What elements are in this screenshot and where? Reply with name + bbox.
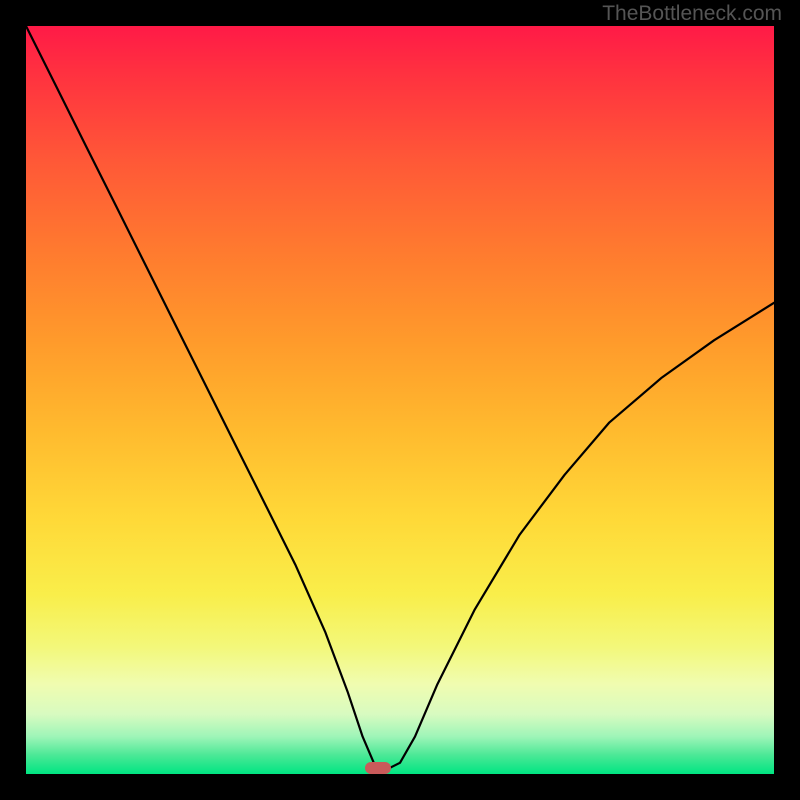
plot-area	[26, 26, 774, 774]
bottleneck-curve	[26, 26, 774, 774]
optimum-marker	[365, 762, 391, 774]
watermark-text: TheBottleneck.com	[602, 2, 782, 26]
